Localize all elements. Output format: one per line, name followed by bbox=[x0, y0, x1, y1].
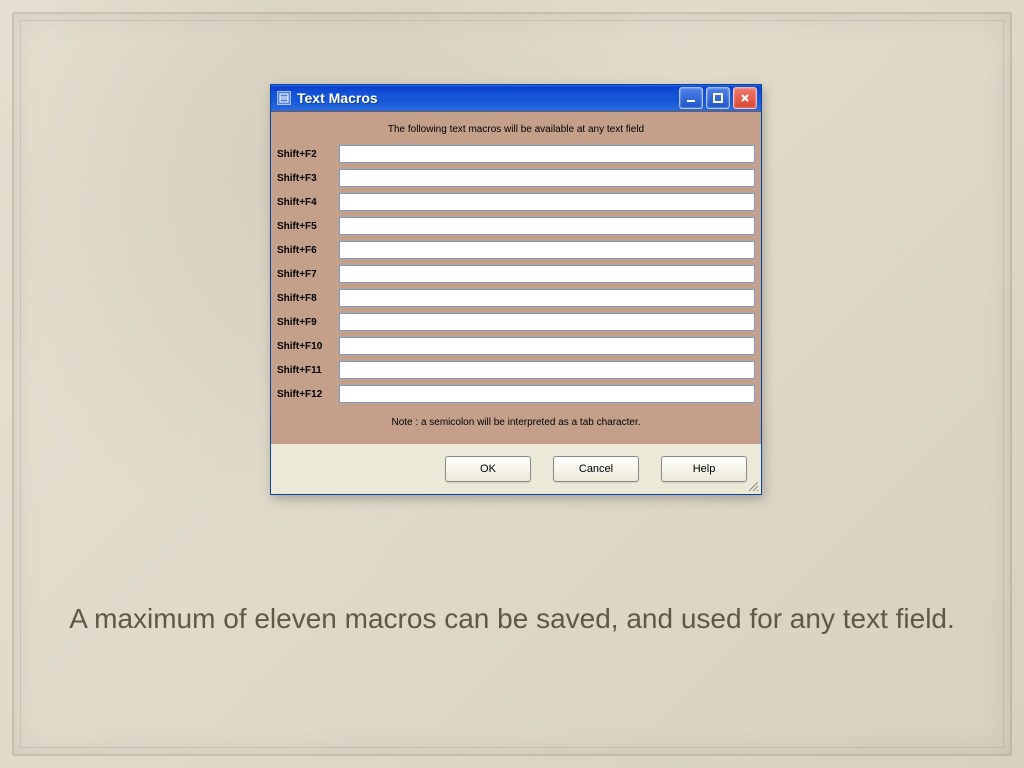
resize-grip-icon[interactable] bbox=[745, 478, 759, 492]
window-body: The following text macros will be availa… bbox=[271, 111, 761, 444]
macro-row: Shift+F7 bbox=[277, 265, 755, 283]
macro-label: Shift+F4 bbox=[277, 197, 339, 208]
macro-label: Shift+F11 bbox=[277, 365, 339, 376]
macro-row: Shift+F10 bbox=[277, 337, 755, 355]
macro-input[interactable] bbox=[339, 361, 755, 379]
slide-caption: A maximum of eleven macros can be saved,… bbox=[0, 600, 1024, 638]
macro-label: Shift+F10 bbox=[277, 341, 339, 352]
macro-input[interactable] bbox=[339, 313, 755, 331]
macro-input[interactable] bbox=[339, 289, 755, 307]
macro-input[interactable] bbox=[339, 193, 755, 211]
macro-input[interactable] bbox=[339, 169, 755, 187]
macro-input[interactable] bbox=[339, 265, 755, 283]
macro-label: Shift+F6 bbox=[277, 245, 339, 256]
macro-label: Shift+F9 bbox=[277, 317, 339, 328]
macro-row: Shift+F4 bbox=[277, 193, 755, 211]
macro-rows: Shift+F2 Shift+F3 Shift+F4 Shift+F5 Shift+F6… bbox=[277, 145, 755, 403]
window-title: Text Macros bbox=[297, 90, 679, 106]
macro-label: Shift+F3 bbox=[277, 173, 339, 184]
macro-row: Shift+F3 bbox=[277, 169, 755, 187]
macro-label: Shift+F7 bbox=[277, 269, 339, 280]
macro-label: Shift+F2 bbox=[277, 149, 339, 160]
minimize-button[interactable] bbox=[679, 87, 703, 109]
close-button[interactable] bbox=[733, 87, 757, 109]
maximize-button[interactable] bbox=[706, 87, 730, 109]
macro-row: Shift+F6 bbox=[277, 241, 755, 259]
macro-row: Shift+F11 bbox=[277, 361, 755, 379]
macro-input[interactable] bbox=[339, 385, 755, 403]
macro-row: Shift+F5 bbox=[277, 217, 755, 235]
macro-label: Shift+F8 bbox=[277, 293, 339, 304]
macro-row: Shift+F2 bbox=[277, 145, 755, 163]
macro-label: Shift+F12 bbox=[277, 389, 339, 400]
titlebar[interactable]: Text Macros bbox=[271, 85, 761, 111]
macro-label: Shift+F5 bbox=[277, 221, 339, 232]
macro-row: Shift+F8 bbox=[277, 289, 755, 307]
macro-input[interactable] bbox=[339, 241, 755, 259]
app-icon bbox=[277, 91, 291, 105]
cancel-button[interactable]: Cancel bbox=[553, 456, 639, 482]
help-button[interactable]: Help bbox=[661, 456, 747, 482]
macro-row: Shift+F12 bbox=[277, 385, 755, 403]
macro-input[interactable] bbox=[339, 145, 755, 163]
button-bar: OK Cancel Help bbox=[271, 444, 761, 494]
ok-button[interactable]: OK bbox=[445, 456, 531, 482]
note-text: Note : a semicolon will be interpreted a… bbox=[277, 403, 755, 434]
text-macros-window: Text Macros The following text macros wi… bbox=[270, 84, 762, 495]
macro-input[interactable] bbox=[339, 337, 755, 355]
description-text: The following text macros will be availa… bbox=[277, 118, 755, 145]
macro-input[interactable] bbox=[339, 217, 755, 235]
macro-row: Shift+F9 bbox=[277, 313, 755, 331]
